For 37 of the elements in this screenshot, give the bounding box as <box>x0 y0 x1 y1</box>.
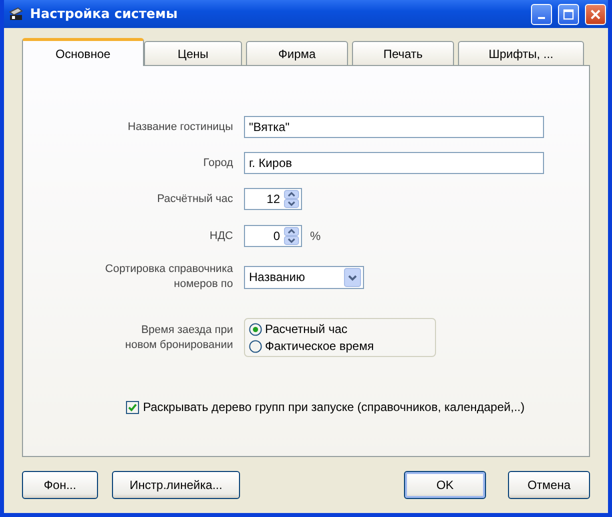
maximize-button[interactable] <box>558 4 579 24</box>
app-icon <box>8 6 24 22</box>
window-title: Настройка системы <box>30 6 179 22</box>
checkbox[interactable] <box>126 400 139 414</box>
radio-label: Расчетный час <box>265 322 348 336</box>
field-label: НДС <box>210 228 233 244</box>
close-button[interactable] <box>585 4 606 24</box>
maximize-icon <box>563 8 574 20</box>
dropdown[interactable]: Названию <box>244 266 364 288</box>
dialog-button[interactable]: OK <box>404 471 486 499</box>
number-spinner[interactable]: 0 <box>244 225 302 247</box>
tab[interactable]: Фирма <box>246 41 348 66</box>
tab[interactable]: Основное <box>22 38 144 66</box>
tab[interactable]: Цены <box>144 41 242 66</box>
dialog-button[interactable]: Отмена <box>508 471 590 499</box>
number-spinner[interactable]: 12 <box>244 188 302 210</box>
minimize-button[interactable] <box>531 4 552 24</box>
close-icon <box>590 8 601 20</box>
field-label: Расчётный час <box>157 192 233 206</box>
spin-arrows-icon[interactable] <box>284 227 299 245</box>
dialog-button[interactable]: Инстр.линейка... <box>112 471 240 499</box>
tab[interactable]: Шрифты, ... <box>458 41 584 66</box>
minimize-icon <box>538 17 545 19</box>
radio-button[interactable] <box>249 340 262 352</box>
checkbox-label: Раскрывать дерево групп при запуске (справочников, календарей,..) <box>143 400 525 414</box>
text-field[interactable]: "Вятка" <box>244 116 544 138</box>
dialog-button[interactable]: Фон... <box>22 471 98 499</box>
field-label: Название гостиницы <box>128 120 233 134</box>
tab[interactable]: Печать <box>352 41 454 66</box>
field-label: Сортировка справочника номеров по <box>104 262 233 292</box>
radio-label: Фактическое время <box>265 339 374 353</box>
spin-arrows-icon[interactable] <box>284 190 299 208</box>
radio-button[interactable] <box>249 322 262 336</box>
field-label: Время заезда при новом бронировании <box>124 322 233 352</box>
unit-label: % <box>310 229 321 243</box>
text-field[interactable]: г. Киров <box>244 152 544 174</box>
field-label: Город <box>203 156 233 170</box>
